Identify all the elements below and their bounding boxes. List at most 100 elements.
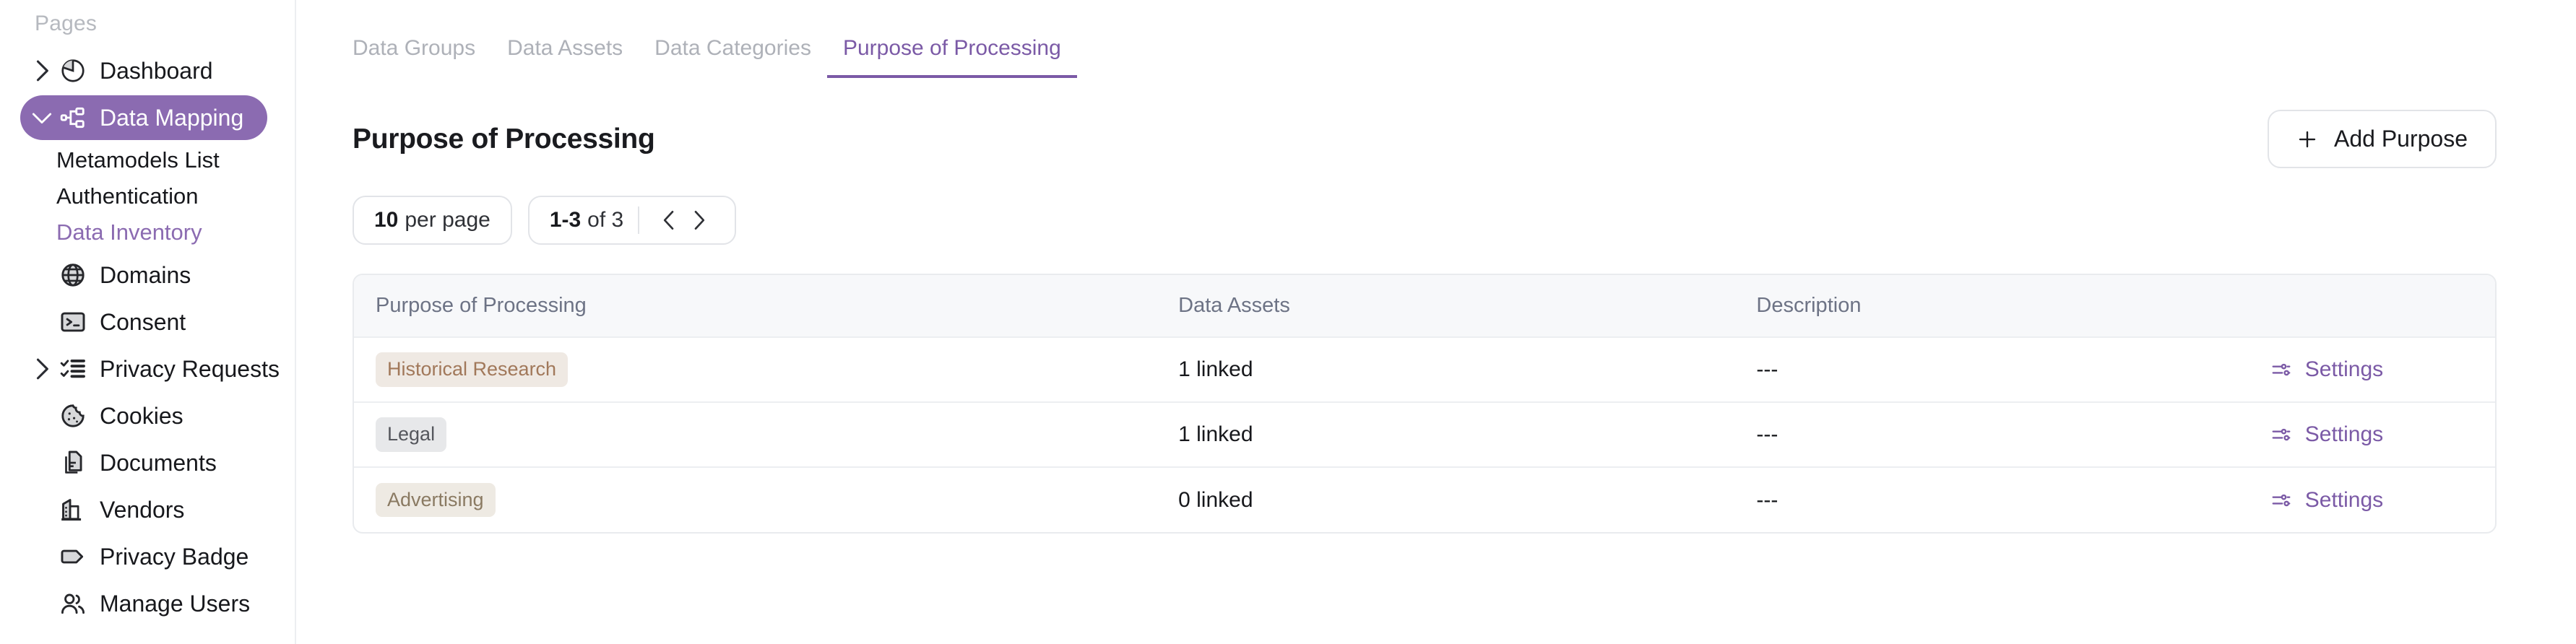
tab-data-assets[interactable]: Data Assets — [491, 36, 639, 78]
title-row: Purpose of Processing Add Purpose — [353, 110, 2497, 168]
page-title: Purpose of Processing — [353, 123, 655, 155]
sitemap-icon — [56, 104, 90, 131]
sidebar-subitem-metamodels-list[interactable]: Metamodels List — [0, 142, 295, 178]
sidebar-subitem-label: Authentication — [56, 183, 199, 209]
per-page-selector[interactable]: 10 per page — [353, 196, 512, 245]
sidebar-item-label: Manage Users — [100, 590, 251, 617]
tab-list: Data Groups Data Assets Data Categories … — [353, 0, 2497, 78]
cell-data-assets: 1 linked — [1178, 422, 1253, 446]
purpose-badge: Legal — [376, 417, 447, 452]
table-body: Historical Research 1 linked --- Setting… — [354, 337, 2495, 532]
next-page-button[interactable] — [684, 209, 714, 232]
column-header-data-assets: Data Assets — [1178, 294, 1290, 317]
sidebar-item-label: Dashboard — [100, 57, 213, 84]
cookie-icon — [56, 402, 90, 430]
column-header-actions — [2270, 275, 2495, 337]
sidebar-item-label: Data Mapping — [100, 104, 244, 131]
table-header-row: Purpose of Processing Data Assets Descri… — [354, 275, 2495, 337]
sidebar-subitem-label: Data Inventory — [56, 219, 202, 245]
add-purpose-label: Add Purpose — [2333, 126, 2468, 152]
cell-data-assets: 0 linked — [1178, 487, 1253, 512]
users-icon — [56, 590, 90, 617]
globe-icon — [56, 261, 90, 289]
sidebar-item-consent[interactable]: Consent — [20, 300, 267, 344]
table-row[interactable]: Legal 1 linked --- Settings — [354, 402, 2495, 467]
chevron-right-icon[interactable] — [27, 357, 56, 381]
chevron-down-icon[interactable] — [27, 110, 56, 126]
prev-page-button[interactable] — [654, 209, 684, 232]
cell-actions: Settings — [2270, 337, 2495, 402]
sidebar-item-privacy-badge[interactable]: Privacy Badge — [20, 534, 267, 579]
cell-purpose: Historical Research — [354, 337, 1178, 402]
building-icon — [56, 496, 90, 523]
column-header-description: Description — [1756, 294, 1862, 317]
tab-bar: Data Groups Data Assets Data Categories … — [353, 0, 2497, 78]
sliders-icon — [2270, 489, 2292, 511]
sidebar-item-label: Privacy Requests — [100, 355, 280, 382]
cell-purpose: Advertising — [354, 467, 1178, 532]
table-row[interactable]: Advertising 0 linked --- Settings — [354, 467, 2495, 532]
sidebar-heading: Pages — [35, 12, 98, 35]
pager-divider — [638, 206, 640, 234]
settings-label: Settings — [2304, 357, 2384, 381]
table-head: Purpose of Processing Data Assets Descri… — [354, 275, 2495, 337]
cell-description: --- — [1756, 487, 1778, 512]
settings-label: Settings — [2304, 422, 2384, 446]
cell-description: --- — [1756, 422, 1778, 446]
sidebar-item-privacy-requests[interactable]: Privacy Requests — [20, 347, 280, 391]
sidebar-item-label: Consent — [100, 308, 186, 335]
per-page-suffix: per page — [405, 208, 490, 232]
sidebar-subitem-authentication[interactable]: Authentication — [0, 178, 295, 214]
page-range-value: 1-3 — [549, 208, 582, 232]
per-page-value: 10 — [374, 208, 399, 232]
settings-link[interactable]: Settings — [2270, 422, 2495, 447]
checklist-icon — [56, 355, 90, 383]
settings-link[interactable]: Settings — [2270, 357, 2495, 382]
sidebar-item-vendors[interactable]: Vendors — [20, 487, 267, 532]
cell-purpose: Legal — [354, 402, 1178, 467]
sidebar-item-label: Domains — [100, 261, 191, 288]
cell-actions: Settings — [2270, 402, 2495, 467]
sidebar-item-domains[interactable]: Domains — [20, 253, 267, 297]
table: Purpose of Processing Data Assets Descri… — [354, 275, 2495, 532]
sidebar-item-cookies[interactable]: Cookies — [20, 393, 267, 438]
sidebar-item-label: Cookies — [100, 402, 183, 429]
sidebar-subitem-data-inventory[interactable]: Data Inventory — [0, 214, 295, 251]
table-row[interactable]: Historical Research 1 linked --- Setting… — [354, 337, 2495, 402]
purpose-badge: Advertising — [376, 482, 496, 518]
terminal-icon — [56, 308, 90, 336]
sidebar-item-label: Vendors — [100, 496, 185, 523]
pagination-controls: 10 per page 1-3 of 3 — [353, 196, 2576, 245]
documents-icon — [56, 449, 90, 477]
pie-chart-icon — [56, 57, 90, 84]
cell-description: --- — [1756, 357, 1778, 381]
sliders-icon — [2270, 424, 2292, 445]
purpose-table: Purpose of Processing Data Assets Descri… — [353, 274, 2497, 534]
app-root: Pages Dashboard Data Mapping Metamodels … — [0, 0, 2576, 644]
tag-icon — [56, 543, 90, 570]
tab-data-categories[interactable]: Data Categories — [639, 36, 827, 78]
sidebar-item-documents[interactable]: Documents — [20, 440, 267, 485]
sidebar-item-manage-users[interactable]: Manage Users — [20, 581, 267, 626]
add-purpose-button[interactable]: Add Purpose — [2267, 110, 2497, 168]
sliders-icon — [2270, 359, 2292, 380]
cell-data-assets: 1 linked — [1178, 357, 1253, 381]
column-header-purpose: Purpose of Processing — [376, 294, 587, 317]
page-range-suffix: of 3 — [587, 208, 624, 232]
tab-purpose-of-processing[interactable]: Purpose of Processing — [826, 36, 1077, 78]
settings-label: Settings — [2304, 487, 2384, 512]
tab-data-groups[interactable]: Data Groups — [353, 36, 491, 78]
sidebar-item-data-mapping[interactable]: Data Mapping — [20, 95, 267, 140]
sidebar-item-label: Documents — [100, 449, 217, 476]
chevron-right-icon[interactable] — [27, 58, 56, 83]
purpose-badge: Historical Research — [376, 352, 569, 387]
sidebar: Pages Dashboard Data Mapping Metamodels … — [0, 0, 296, 644]
page-range-box: 1-3 of 3 — [527, 196, 737, 245]
plus-icon — [2296, 129, 2318, 150]
settings-link[interactable]: Settings — [2270, 488, 2495, 513]
sidebar-item-dashboard[interactable]: Dashboard — [20, 48, 267, 93]
sidebar-item-label: Privacy Badge — [100, 543, 249, 570]
sidebar-subitem-label: Metamodels List — [56, 147, 220, 173]
cell-actions: Settings — [2270, 467, 2495, 532]
main-content: Data Groups Data Assets Data Categories … — [296, 0, 2576, 644]
